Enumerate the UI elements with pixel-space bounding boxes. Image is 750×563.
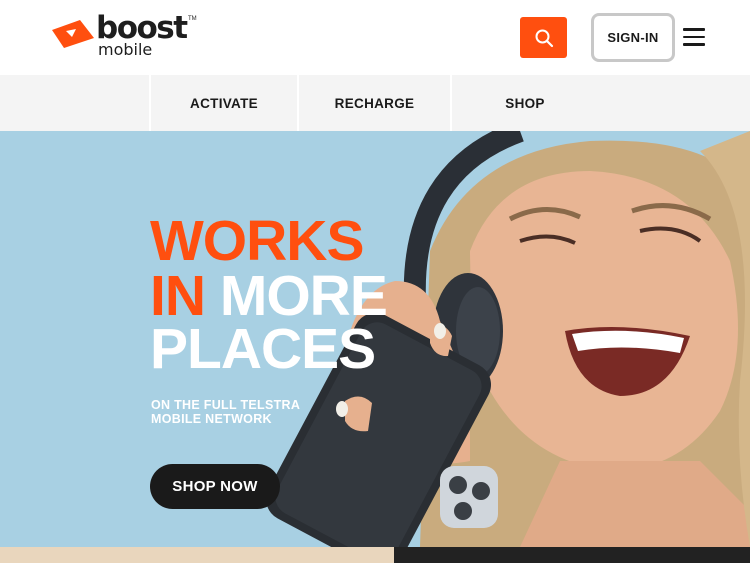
logo-subword: mobile	[98, 40, 153, 59]
boost-logo-mark-icon	[52, 20, 94, 48]
next-section-image-left	[0, 547, 394, 563]
search-icon	[535, 29, 553, 47]
site-header: boost mobile TM SIGN-IN	[0, 0, 750, 75]
nav-item-recharge[interactable]: RECHARGE	[299, 75, 450, 131]
sign-in-button[interactable]: SIGN-IN	[591, 13, 675, 62]
search-button[interactable]	[520, 17, 567, 58]
nav-item-activate[interactable]: ACTIVATE	[151, 75, 297, 131]
hero-banner: WORKS IN MORE PLACES ON THE FULL TELSTRA…	[0, 131, 750, 547]
hero-subline-1: ON THE FULL TELSTRA	[151, 398, 301, 412]
nav-item-shop[interactable]: SHOP	[452, 75, 598, 131]
hero-headline-line1: WORKS	[150, 213, 364, 270]
hero-subline: ON THE FULL TELSTRA MOBILE NETWORK	[151, 398, 351, 426]
main-nav: ACTIVATE RECHARGE SHOP	[0, 75, 750, 131]
hero-headline-line2: IN MORE	[150, 268, 388, 325]
logo-trademark: TM	[188, 16, 197, 22]
boost-mobile-logo[interactable]: boost mobile TM	[50, 10, 200, 60]
hero-subline-2: MOBILE NETWORK	[151, 412, 272, 426]
next-section-image-right	[394, 547, 750, 563]
hero-headline-line3: PLACES	[150, 317, 376, 381]
hamburger-menu-icon[interactable]	[683, 28, 705, 46]
shop-now-button[interactable]: SHOP NOW	[150, 464, 280, 509]
